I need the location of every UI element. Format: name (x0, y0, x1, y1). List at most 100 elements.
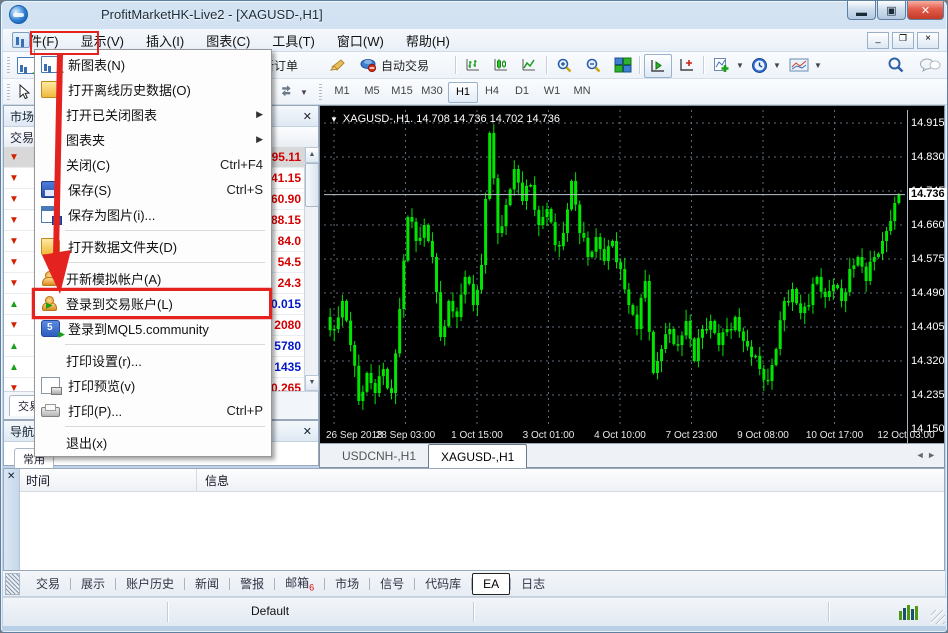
collapse-arrow-icon[interactable]: ▼ (330, 115, 338, 124)
chart-window-icon[interactable] (12, 32, 30, 48)
terminal-side-strip[interactable]: ✕ (4, 469, 20, 570)
menu-tools[interactable]: 工具(T) (263, 29, 324, 52)
profile-name[interactable]: Default (251, 604, 289, 618)
terminal-panel: ✕ 时间 信息 (3, 468, 945, 571)
candle-plot[interactable] (324, 110, 905, 428)
indicators-dropdown[interactable]: ▼ (709, 54, 748, 76)
file-menu-item[interactable]: 打印(P)...Ctrl+P (35, 398, 271, 423)
timeframe-m30[interactable]: M30 (418, 82, 446, 101)
chat-button[interactable] (915, 54, 945, 76)
templates-dropdown[interactable]: ▼ (785, 54, 826, 76)
timeframe-d1[interactable]: D1 (508, 82, 536, 101)
terminal-tab-10[interactable]: 日志 (511, 572, 555, 595)
autotrading-icon (359, 57, 377, 73)
timeframe-w1[interactable]: W1 (538, 82, 566, 101)
column-message[interactable]: 信息 (197, 472, 229, 489)
terminal-tab-4[interactable]: 警报 (230, 572, 274, 595)
price-scale[interactable]: 14.91514.83014.74514.66014.57514.49014.4… (907, 110, 942, 444)
file-menu-item[interactable]: 登录到MQL5.community (35, 316, 271, 341)
terminal-close-icon[interactable]: ✕ (7, 471, 15, 482)
file-menu-item[interactable]: 打开离线历史数据(O) (35, 77, 271, 102)
terminal-tab-5[interactable]: 邮箱6 (275, 571, 324, 595)
file-menu-item[interactable]: 打印预览(v) (35, 373, 271, 398)
terminal-tab-1[interactable]: 展示 (71, 572, 115, 595)
price-up-arrow-icon: ▲ (4, 299, 24, 310)
timeframe-m15[interactable]: M15 (388, 82, 416, 101)
menu-item-label: 打印预览(v) (68, 376, 135, 395)
shift-end-dropdown[interactable]: ▼ (275, 81, 312, 103)
file-menu-item[interactable]: 关闭(C)Ctrl+F4 (35, 152, 271, 177)
minimize-button[interactable]: ▬ (847, 1, 876, 20)
child-restore-button[interactable]: ❐ (892, 32, 914, 49)
market-watch-scrollbar[interactable]: ▲ ▼ (304, 147, 318, 391)
menu-help[interactable]: 帮助(H) (397, 29, 459, 52)
toolbar-grip[interactable] (7, 84, 10, 100)
tile-windows-icon (614, 57, 632, 73)
terminal-tab-ea[interactable]: EA (472, 573, 510, 595)
terminal-tab-7[interactable]: 信号 (370, 572, 414, 595)
close-button[interactable]: ✕ (907, 1, 944, 20)
file-menu-item[interactable]: 保存(S)Ctrl+S (35, 177, 271, 202)
chart-tab-xagusd[interactable]: XAGUSD-,H1 (428, 444, 527, 469)
menu-item-label: 打开离线历史数据(O) (68, 80, 191, 99)
file-menu-item[interactable]: 图表夹▶ (35, 127, 271, 152)
resize-grip[interactable] (931, 610, 945, 624)
price-down-arrow-icon: ▼ (4, 236, 24, 247)
terminal-tab-2[interactable]: 账户历史 (116, 572, 184, 595)
zoom-in-button[interactable] (552, 54, 577, 76)
restore-button[interactable]: ▣ (877, 1, 906, 20)
file-menu-item[interactable]: 开新模拟帐户(A) (35, 266, 271, 291)
navigator-close-icon[interactable]: ✕ (303, 425, 312, 438)
auto-scroll-button[interactable] (644, 54, 672, 78)
tabs-scroll-right-icon[interactable]: ► (927, 450, 936, 460)
zoom-out-button[interactable] (581, 54, 606, 76)
chart-tab-usdcnh[interactable]: USDCNH-,H1 (330, 446, 428, 467)
file-menu-item[interactable]: 打开数据文件夹(D) (35, 234, 271, 259)
search-button[interactable] (883, 54, 909, 76)
panel-grip-icon[interactable] (5, 573, 20, 595)
timeframe-h1[interactable]: H1 (448, 82, 478, 103)
toolbar-grip[interactable] (319, 84, 322, 100)
bar-chart-mode-button[interactable] (461, 54, 485, 76)
price-down-arrow-icon: ▼ (4, 278, 24, 289)
chart-shift-button[interactable] (674, 54, 700, 76)
child-minimize-button[interactable]: _ (867, 32, 889, 49)
cursor-tool-button[interactable] (13, 81, 35, 103)
terminal-tab-8[interactable]: 代码库 (415, 572, 471, 595)
periods-dropdown[interactable]: ▼ (747, 54, 785, 76)
scroll-down-icon[interactable]: ▼ (305, 375, 319, 391)
timeframe-m1[interactable]: M1 (328, 82, 356, 101)
file-menu-item[interactable]: 打开已关闭图表▶ (35, 102, 271, 127)
file-menu-item[interactable]: 登录到交易账户(L) (35, 291, 271, 316)
toolbar-grip[interactable] (7, 57, 10, 73)
timeframe-h4[interactable]: H4 (478, 82, 506, 101)
menu-shortcut: Ctrl+F4 (220, 157, 263, 172)
file-menu-item[interactable]: 退出(x) (35, 430, 271, 455)
timeframe-m5[interactable]: M5 (358, 82, 386, 101)
market-watch-icon[interactable] (325, 54, 351, 76)
time-scale[interactable]: 26 Sep 201828 Sep 03:001 Oct 15:003 Oct … (324, 428, 905, 444)
title-bar[interactable]: ProfitMarketHK-Live2 - [XAGUSD-,H1] ▬ ▣ … (1, 1, 947, 29)
line-chart-mode-button[interactable] (517, 54, 541, 76)
file-menu-item[interactable]: 新图表(N) (35, 52, 271, 77)
timeframe-mn[interactable]: MN (568, 82, 596, 101)
scroll-up-icon[interactable]: ▲ (305, 147, 319, 163)
child-close-button[interactable]: × (917, 32, 939, 49)
column-time[interactable]: 时间 (20, 469, 197, 491)
candlestick-mode-button[interactable] (489, 54, 513, 76)
save-picture-icon (41, 206, 60, 223)
tabs-scroll-left-icon[interactable]: ◄ (916, 450, 925, 460)
file-menu-item[interactable]: 打印设置(r)... (35, 348, 271, 373)
tile-windows-button[interactable] (610, 54, 636, 76)
auto-scroll-icon (649, 58, 667, 74)
bar-chart-icon (465, 57, 481, 73)
terminal-tab-6[interactable]: 市场 (325, 572, 369, 595)
terminal-tab-0[interactable]: 交易 (26, 572, 70, 595)
menu-window[interactable]: 窗口(W) (328, 29, 393, 52)
market-watch-close-icon[interactable]: ✕ (303, 110, 312, 123)
terminal-tab-3[interactable]: 新闻 (185, 572, 229, 595)
file-menu-item[interactable]: 保存为图片(i)... (35, 202, 271, 227)
autotrading-button[interactable]: 自动交易 (355, 54, 433, 76)
scrollbar-thumb[interactable] (305, 163, 319, 207)
current-price-label: 14.736 (909, 188, 947, 200)
